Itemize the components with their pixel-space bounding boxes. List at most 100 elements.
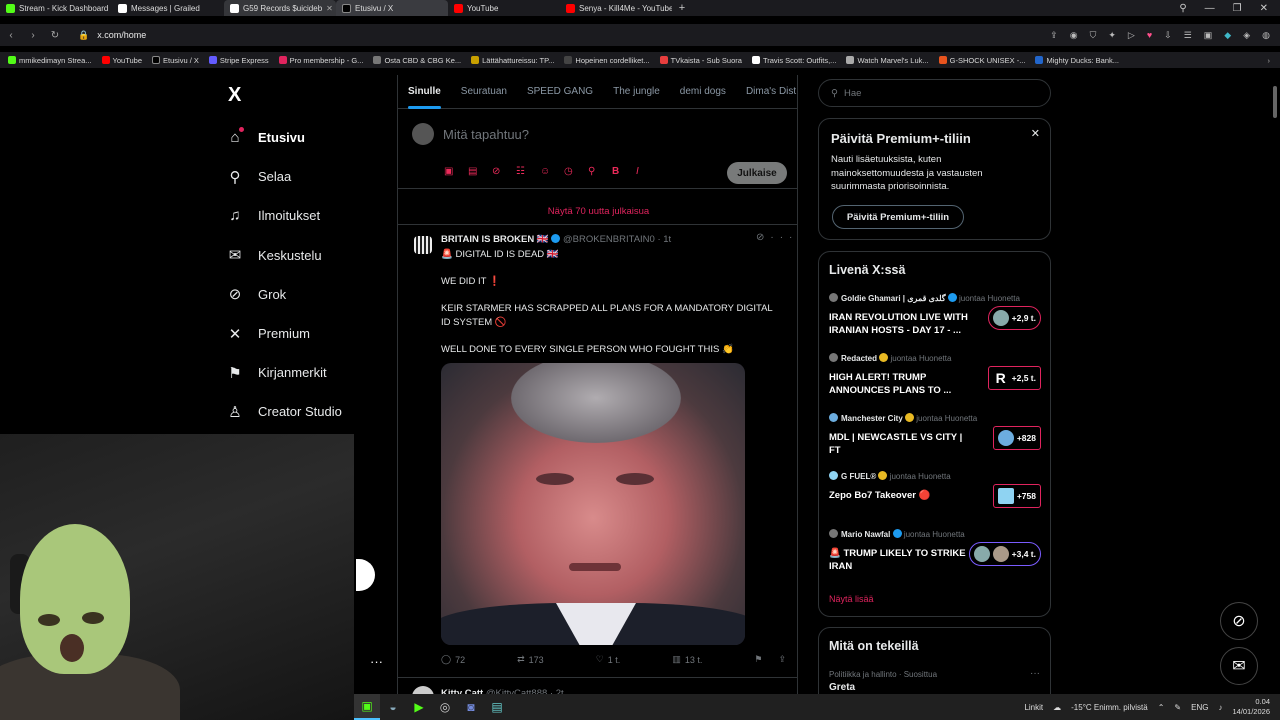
maximize-icon[interactable]: ❐ [1233,3,1242,14]
tab-following[interactable]: Seuratuan [451,75,517,109]
scrollbar-thumb[interactable] [1273,86,1277,118]
live-space-item[interactable]: G FUEL® juontaa Huonetta Zepo Bo7 Takeov… [829,471,1041,508]
tab-list[interactable]: Dima's Dist [736,75,797,109]
nav-item-bookmarks[interactable]: ⚑ Kirjanmerkit [226,353,342,392]
nav-item-home[interactable]: ⌂ Etusivu [226,118,342,157]
page-scrollbar[interactable] [1272,76,1278,696]
share-icon[interactable]: ⇪ [778,654,786,665]
bold-icon[interactable]: B [612,166,619,177]
steam-app-icon[interactable]: ◒ [380,694,406,720]
browser-tab[interactable]: Stream - Kick Dashboard [0,0,112,16]
more-options-icon[interactable]: ··· [1030,668,1040,679]
bookmark-item[interactable]: Stripe Express [208,56,269,65]
cube-icon[interactable]: ◈ [1243,30,1250,41]
minimize-icon[interactable]: — [1205,3,1215,14]
avatar[interactable] [414,236,432,254]
browser-tab[interactable]: Senya - Kill4Me - YouTube [560,0,672,16]
close-icon[interactable]: ✕ [1031,127,1040,140]
nav-item-notifications[interactable]: ♫ Ilmoitukset [226,196,342,235]
language-indicator[interactable]: ENG [1191,703,1208,712]
kick-app-icon[interactable]: ▣ [354,694,380,720]
profile-icon[interactable]: ◍ [1262,30,1270,41]
tab-list[interactable]: SPEED GANG [517,75,603,109]
bookmark-item[interactable]: mmikedimayn Strea... [8,56,92,65]
nav-item-premium[interactable]: ✕ Premium [226,314,342,353]
like-button[interactable]: ♡ 1 t. [596,654,621,665]
schedule-icon[interactable]: ◷ [564,166,573,177]
download-icon[interactable]: ⇩ [1164,30,1172,41]
browser-tab[interactable]: Messages | Grailed [112,0,224,16]
live-space-item[interactable]: Manchester City juontaa Huonetta MDL | N… [829,413,1041,457]
browser-tab[interactable]: Etusivu / X [336,0,448,16]
image-icon[interactable]: ▣ [444,166,453,177]
clock[interactable]: 0.04 14/01/2026 [1232,697,1270,717]
pen-icon[interactable]: ✎ [1174,703,1181,712]
app-icon[interactable]: ◎ [432,694,458,720]
search-input[interactable]: ⚲ Hae [818,79,1051,107]
emoji-icon[interactable]: ☺ [540,166,550,177]
grok-image-icon[interactable]: ⊘ [492,166,500,177]
account-more-icon[interactable]: ··· [370,654,383,669]
live-space-item[interactable]: Mario Nawfal juontaa Huonetta 🚨 TRUMP LI… [829,529,1041,573]
weather-text[interactable]: -15°C Enimm. pilvistä [1071,703,1148,712]
search-tabs-icon[interactable]: ⚲ [1179,3,1186,14]
reply-button[interactable]: ◯ 72 [441,654,465,665]
premium-upgrade-button[interactable]: Päivitä Premium+-tiliin [832,205,964,229]
location-icon[interactable]: ⚲ [588,166,595,177]
bookmark-item[interactable]: Hopeinen cordelliket... [564,56,650,65]
play-icon[interactable]: ▷ [1128,30,1135,41]
bookmark-item[interactable]: TVkaista - Sub Suora [659,56,742,65]
views-button[interactable]: ▥ 13 t. [672,654,702,665]
bookmark-item[interactable]: Osta CBD & CBG Ke... [373,56,461,65]
volume-icon[interactable]: ♪ [1218,703,1222,712]
live-space-item[interactable]: Redacted juontaa Huonetta HIGH ALERT! TR… [829,353,1041,397]
browser-tab[interactable]: YouTube [448,0,560,16]
grok-fab-icon[interactable]: ⊘ [1220,602,1258,640]
forward-icon[interactable]: › [22,30,44,41]
shield-icon[interactable]: ⛉ [1090,30,1097,41]
bookmark-item[interactable]: Etusivu / X [152,56,199,65]
bookmark-item[interactable]: G-SHOCK UNISEX -... [938,56,1025,65]
close-tab-icon[interactable]: ✕ [326,4,333,13]
bookmark-item[interactable]: Lättähattureissu: TP... [471,56,554,65]
tweet-photo[interactable] [441,363,745,645]
messages-fab-icon[interactable]: ✉ [1220,647,1258,685]
menu-icon[interactable]: ☰ [1184,30,1192,41]
trend-topic[interactable]: Greta [829,682,855,693]
bookmark-item[interactable]: Mighty Ducks: Bank... [1035,56,1119,65]
url-field[interactable]: 🔒 x.com/home [78,30,146,41]
nav-item-explore[interactable]: ⚲ Selaa [226,157,342,196]
tab-for-you[interactable]: Sinulle [398,75,451,109]
app-icon[interactable]: ▤ [484,694,510,720]
nav-item-creator-studio[interactable]: ♙ Creator Studio [226,392,342,431]
italic-icon[interactable]: I [636,166,639,177]
more-options-icon[interactable]: ⊘··· [756,232,797,243]
back-icon[interactable]: ‹ [0,30,22,41]
gif-icon[interactable]: ▤ [468,166,477,177]
url-text[interactable]: x.com/home [97,30,146,40]
show-more-link[interactable]: Näytä lisää [829,594,874,604]
author-name[interactable]: BRITAIN IS BROKEN 🇬🇧 [441,234,549,245]
bookmark-item[interactable]: Travis Scott: Outfits,... [751,56,836,65]
bookmarks-overflow-icon[interactable]: › [1268,56,1280,65]
bookmark-button[interactable]: ⚑ ⇪ [754,654,786,665]
bookmark-item[interactable]: Watch Marvel's Luk... [846,56,929,65]
new-tab-button[interactable]: + [672,2,692,14]
nav-item-messages[interactable]: ✉ Keskustelu [226,236,342,275]
live-space-item[interactable]: Goldie Ghamari | گلدی قمری juontaa Huone… [829,293,1041,337]
tray-overflow-icon[interactable]: ⌃ [1158,703,1165,712]
links-toolbar[interactable]: Linkit [1024,703,1043,712]
browser-tab-active[interactable]: G59 Records $uicideb ✕ [224,0,336,16]
bookmark-item[interactable]: YouTube [101,56,142,65]
close-window-icon[interactable]: ✕ [1260,3,1268,14]
media-player-icon[interactable]: ▶ [406,694,432,720]
tab-list[interactable]: The jungle [603,75,670,109]
post-button[interactable]: Julkaise [727,162,787,184]
show-new-posts[interactable]: Näytä 70 uutta julkaisua [398,199,797,225]
extension-icon[interactable]: ✦ [1108,30,1116,41]
author-handle[interactable]: @BROKENBRITAIN0 · 1t [563,234,671,245]
share-icon[interactable]: ⇪ [1050,30,1058,41]
avatar[interactable] [412,123,434,145]
aria-icon[interactable]: ◆ [1224,30,1231,41]
poll-icon[interactable]: ☷ [516,166,525,177]
